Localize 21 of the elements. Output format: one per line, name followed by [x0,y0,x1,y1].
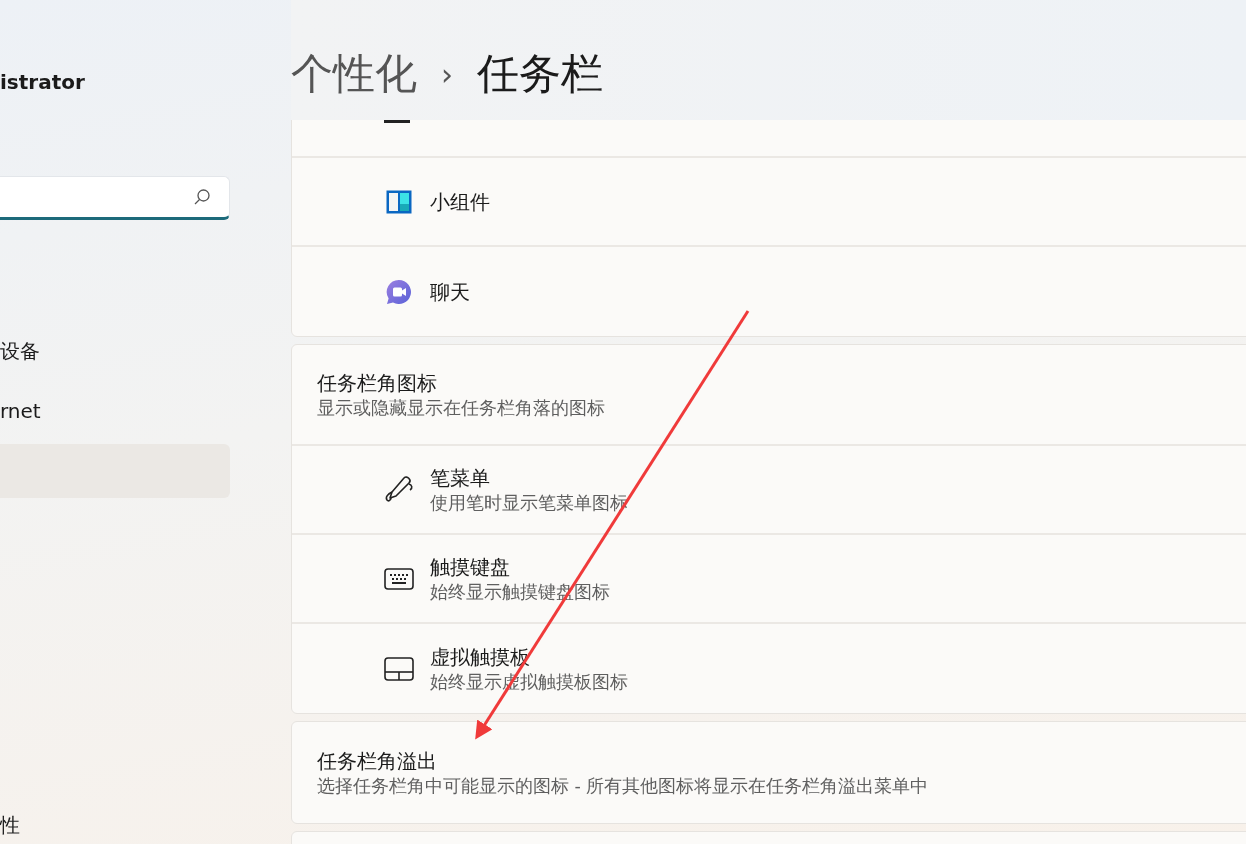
breadcrumb-separator: › [441,56,453,92]
nav-item[interactable]: rnet [0,384,230,438]
setting-title: 小组件 [430,188,490,215]
widgets-icon [386,189,412,214]
search-icon [193,188,211,206]
touchpad-icon [384,656,414,681]
setting-title: 笔菜单 [430,464,491,491]
keyboard-icon [384,567,414,590]
breadcrumb-link[interactable]: 个性化 [291,46,417,102]
card-title: 任务栏角溢出 [317,747,438,774]
card-title: 任务栏角图标 [317,369,438,396]
chat-icon [386,278,412,305]
setting-title: 聊天 [430,278,470,305]
setting-title: 触摸键盘 [430,553,511,580]
nav-item[interactable]: 性 [0,798,230,844]
user-name: istrator [0,70,86,96]
card-description: 选择任务栏角中可能显示的图标 - 所有其他图标将显示在任务栏角溢出菜单中 [317,774,930,798]
search-field[interactable] [0,176,230,220]
nav-item[interactable]: 设备 [0,324,230,378]
card-description: 显示或隐藏显示在任务栏角落的图标 [317,396,606,420]
page-title: 任务栏 [477,48,603,100]
